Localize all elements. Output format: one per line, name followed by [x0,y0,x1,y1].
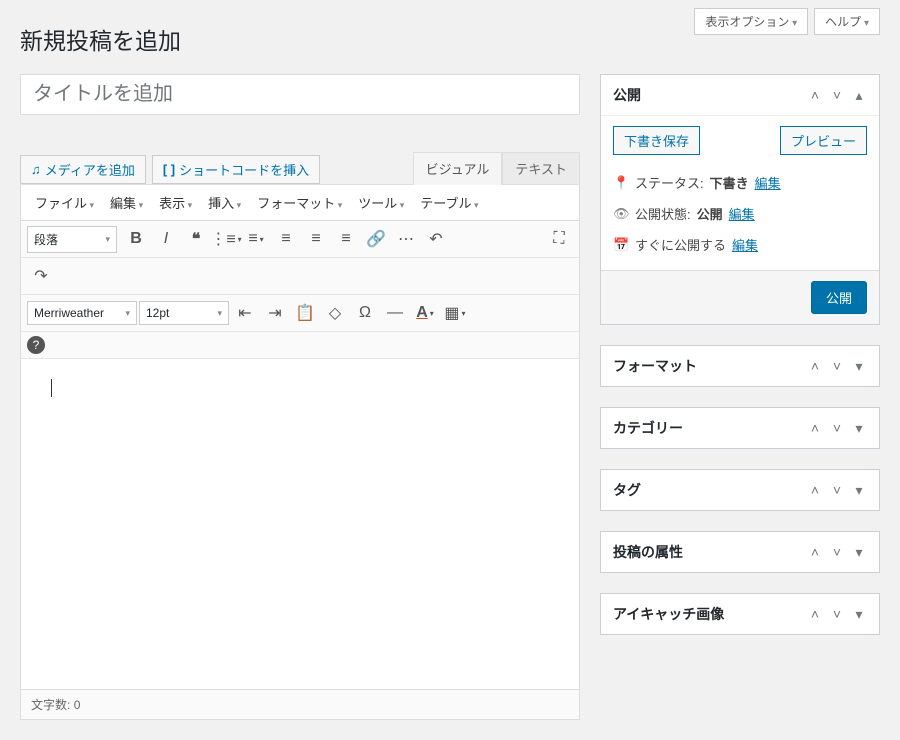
format-box: フォーマット ˄˅▾ [600,345,880,387]
featured-image-box-header[interactable]: アイキャッチ画像 ˄˅▾ [601,594,879,634]
publish-box-header[interactable]: 公開 ˄ ˅ ▴ [601,75,879,115]
table-button[interactable]: ▦ [441,299,469,327]
menu-insert[interactable]: 挿入 [202,189,247,216]
menu-view[interactable]: 表示 [153,189,198,216]
save-draft-button[interactable]: 下書き保存 [613,126,700,155]
redo-button[interactable]: ↷ [27,262,55,290]
move-down-icon[interactable]: ˅ [829,358,845,375]
attributes-box: 投稿の属性 ˄˅▾ [600,531,880,573]
media-icon: ♫ [31,162,41,177]
menu-format[interactable]: フォーマット [251,189,348,216]
shortcode-icon: [ ] [163,162,175,177]
more-button[interactable]: ⋯ [392,225,420,253]
link-button[interactable]: 🔗 [362,225,390,253]
toolbar-row-2: ↷ [21,258,579,295]
clear-format-button[interactable]: ◇ [321,299,349,327]
edit-schedule-link[interactable]: 編集 [732,235,758,254]
insert-shortcode-button[interactable]: [ ] ショートコードを挿入 [152,155,320,184]
move-down-icon[interactable]: ˅ [829,606,845,623]
align-center-button[interactable]: ≡ [302,225,330,253]
font-family-select[interactable]: Merriweather [27,301,137,325]
move-down-icon[interactable]: ˅ [829,420,845,437]
pin-icon: 📍 [613,175,629,191]
menu-file[interactable]: ファイル [29,189,100,216]
bold-button[interactable]: B [122,225,150,253]
toggle-icon[interactable]: ▾ [851,544,867,561]
help-icon-button[interactable]: ? [27,336,45,354]
edit-visibility-link[interactable]: 編集 [729,204,755,223]
move-up-icon[interactable]: ˄ [807,87,823,104]
publish-box: 公開 ˄ ˅ ▴ 下書き保存 プレビュー 📍 ステータス: [600,74,880,325]
screen-options-button[interactable]: 表示オプション [694,8,808,35]
move-up-icon[interactable]: ˄ [807,482,823,499]
move-down-icon[interactable]: ˅ [829,544,845,561]
blockquote-button[interactable]: ❝ [182,225,210,253]
toolbar-row-1: 段落 B I ❝ ⋮≡ ≡ ≡ ≡ ≡ 🔗 ⋯ ↶ ⛶ [21,221,579,258]
attributes-box-header[interactable]: 投稿の属性 ˄˅▾ [601,532,879,572]
toggle-icon[interactable]: ▾ [851,482,867,499]
align-right-button[interactable]: ≡ [332,225,360,253]
undo-button[interactable]: ↶ [422,225,450,253]
number-list-button[interactable]: ≡ [242,225,270,253]
post-title-input[interactable] [20,74,580,115]
toggle-icon[interactable]: ▾ [851,358,867,375]
calendar-icon: 📅 [613,237,629,253]
toggle-icon[interactable]: ▴ [851,87,867,104]
paste-button[interactable]: 📋 [291,299,319,327]
hr-button[interactable]: ― [381,299,409,327]
add-media-button[interactable]: ♫ メディアを追加 [20,155,146,184]
move-up-icon[interactable]: ˄ [807,544,823,561]
text-color-button[interactable]: A [411,299,439,327]
font-size-select[interactable]: 12pt [139,301,229,325]
move-up-icon[interactable]: ˄ [807,420,823,437]
tags-box-header[interactable]: タグ ˄˅▾ [601,470,879,510]
preview-button[interactable]: プレビュー [780,126,867,155]
editor-menubar: ファイル 編集 表示 挿入 フォーマット ツール テーブル [21,185,579,221]
move-up-icon[interactable]: ˄ [807,358,823,375]
eye-icon: 👁 [613,206,629,222]
toggle-icon[interactable]: ▾ [851,606,867,623]
move-down-icon[interactable]: ˅ [829,87,845,104]
category-box: カテゴリー ˄˅▾ [600,407,880,449]
publish-button[interactable]: 公開 [811,281,867,314]
toggle-icon[interactable]: ▾ [851,420,867,437]
tab-visual[interactable]: ビジュアル [413,152,503,185]
menu-tools[interactable]: ツール [352,189,410,216]
text-cursor [51,379,52,397]
move-up-icon[interactable]: ˄ [807,606,823,623]
editor-statusbar: 文字数: 0 [21,689,579,719]
fullscreen-button[interactable]: ⛶ [545,225,573,253]
italic-button[interactable]: I [152,225,180,253]
toolbar-row-4: ? [21,332,579,359]
edit-status-link[interactable]: 編集 [755,173,781,192]
outdent-button[interactable]: ⇤ [231,299,259,327]
align-left-button[interactable]: ≡ [272,225,300,253]
menu-edit[interactable]: 編集 [104,189,149,216]
editor-body[interactable] [21,359,579,689]
format-box-header[interactable]: フォーマット ˄˅▾ [601,346,879,386]
tab-text[interactable]: テキスト [502,152,580,185]
bullet-list-button[interactable]: ⋮≡ [212,225,240,253]
format-select[interactable]: 段落 [27,226,117,253]
tags-box: タグ ˄˅▾ [600,469,880,511]
toolbar-row-3: Merriweather 12pt ⇤ ⇥ 📋 ◇ Ω ― A ▦ [21,295,579,332]
category-box-header[interactable]: カテゴリー ˄˅▾ [601,408,879,448]
featured-image-box: アイキャッチ画像 ˄˅▾ [600,593,880,635]
special-char-button[interactable]: Ω [351,299,379,327]
indent-button[interactable]: ⇥ [261,299,289,327]
move-down-icon[interactable]: ˅ [829,482,845,499]
menu-table[interactable]: テーブル [414,189,484,216]
editor-container: ファイル 編集 表示 挿入 フォーマット ツール テーブル 段落 B I ❝ ⋮… [20,184,580,720]
help-button[interactable]: ヘルプ [814,8,880,35]
